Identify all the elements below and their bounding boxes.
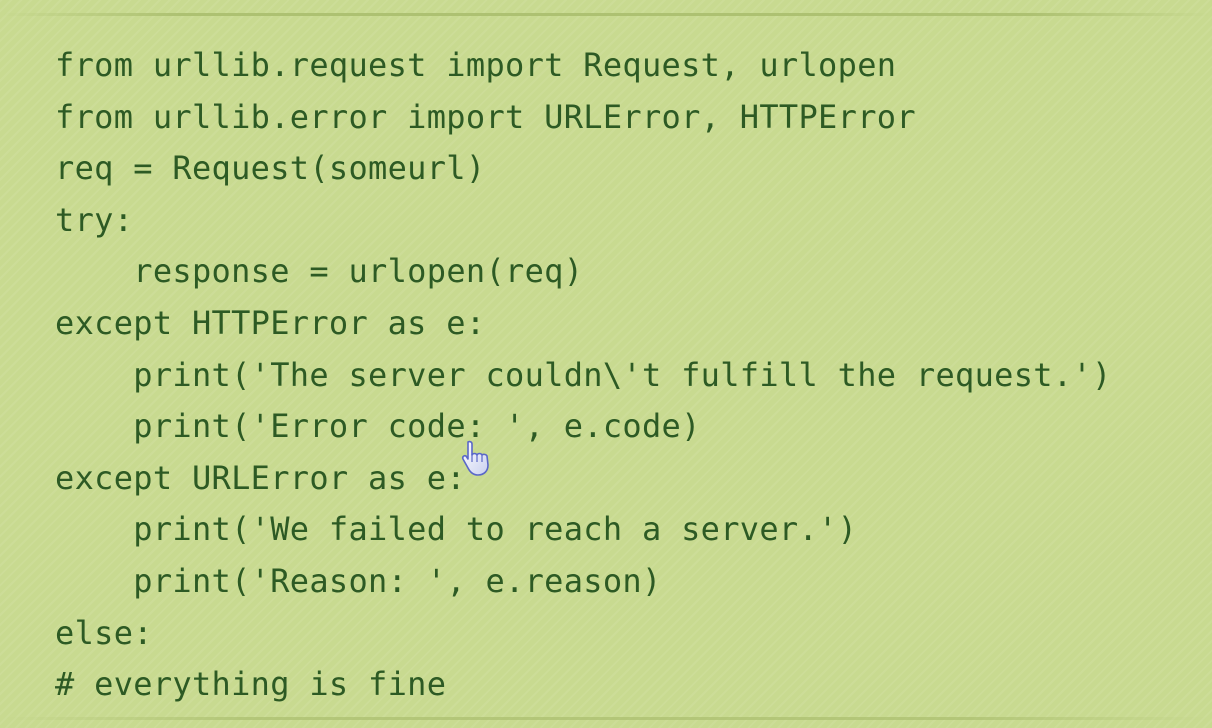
code-line: response = urlopen(req)	[55, 246, 1112, 298]
code-text: req = Request(someurl)	[55, 149, 486, 188]
code-text: from urllib.error import URLError, HTTPE…	[55, 97, 916, 136]
code-line: from urllib.error import URLError, HTTPE…	[55, 92, 1112, 144]
code-text: else:	[55, 613, 153, 652]
code-line: except URLError as e:	[55, 453, 1112, 505]
code-line: print('The server couldn\'t fulfill the …	[55, 350, 1112, 402]
code-line: from urllib.request import Request, urlo…	[55, 40, 1112, 92]
code-text: response = urlopen(req)	[133, 252, 584, 291]
code-text: # everything is fine	[55, 665, 447, 704]
bottom-divider	[0, 717, 1212, 720]
code-text: from urllib.request import Request, urlo…	[55, 46, 897, 84]
top-divider	[0, 13, 1212, 16]
code-text: except HTTPError as e:	[55, 303, 486, 342]
hand-pointer-icon	[459, 438, 501, 480]
code-line: print('Error code: ', e.code)	[55, 401, 1112, 453]
slide-background: from urllib.request import Request, urlo…	[0, 0, 1212, 728]
code-line: print('We failed to reach a server.')	[55, 504, 1112, 556]
code-text: print('The server couldn\'t fulfill the …	[133, 355, 1112, 394]
code-line: else:	[55, 608, 1112, 660]
code-line: # everything is fine	[55, 659, 1112, 711]
code-line: print('Reason: ', e.reason)	[55, 556, 1112, 608]
code-line: req = Request(someurl)	[55, 143, 1112, 195]
code-text: except URLError as e:	[55, 458, 466, 497]
code-text: print('We failed to reach a server.')	[133, 510, 858, 549]
code-text: print('Error code: ', e.code)	[133, 407, 701, 446]
code-text: print('Reason: ', e.reason)	[133, 561, 662, 600]
code-block: from urllib.request import Request, urlo…	[55, 40, 1112, 711]
code-line: try:	[55, 195, 1112, 247]
code-line: except HTTPError as e:	[55, 298, 1112, 350]
code-text: try:	[55, 200, 134, 239]
